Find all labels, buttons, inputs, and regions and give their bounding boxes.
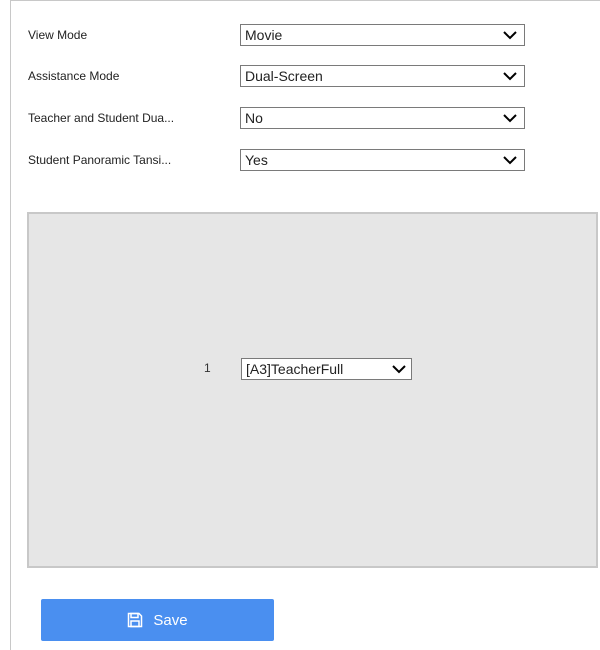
- view-mode-value: Movie: [245, 27, 283, 43]
- teacher-student-dual-row: Teacher and Student Dua... No: [28, 107, 525, 129]
- save-button-label: Save: [153, 611, 188, 629]
- assistance-mode-row: Assistance Mode Dual-Screen: [28, 65, 525, 87]
- floppy-disk-icon: [128, 612, 143, 628]
- window-source-value: [A3]TeacherFull: [246, 361, 344, 377]
- layout-preview: [27, 212, 598, 568]
- view-mode-row: View Mode Movie: [28, 24, 525, 46]
- save-button[interactable]: Save: [41, 599, 274, 641]
- view-mode-label: View Mode: [28, 28, 88, 42]
- chevron-down-icon: [503, 31, 517, 40]
- student-panoramic-value: Yes: [245, 152, 268, 168]
- assistance-mode-value: Dual-Screen: [245, 68, 323, 84]
- assistance-mode-select[interactable]: Dual-Screen: [240, 65, 525, 87]
- chevron-down-icon: [503, 114, 517, 123]
- view-mode-select[interactable]: Movie: [240, 24, 525, 46]
- teacher-student-dual-label: Teacher and Student Dua...: [28, 111, 175, 125]
- student-panoramic-select[interactable]: Yes: [240, 149, 525, 171]
- chevron-down-icon: [392, 365, 406, 374]
- student-panoramic-label: Student Panoramic Tansi...: [28, 153, 172, 167]
- assistance-mode-label: Assistance Mode: [28, 69, 120, 83]
- window-number: 1: [204, 361, 211, 375]
- teacher-student-dual-select[interactable]: No: [240, 107, 525, 129]
- student-panoramic-row: Student Panoramic Tansi... Yes: [28, 149, 525, 171]
- chevron-down-icon: [503, 72, 517, 81]
- window-source-select[interactable]: [A3]TeacherFull: [241, 358, 412, 380]
- chevron-down-icon: [503, 156, 517, 165]
- teacher-student-dual-value: No: [245, 110, 263, 126]
